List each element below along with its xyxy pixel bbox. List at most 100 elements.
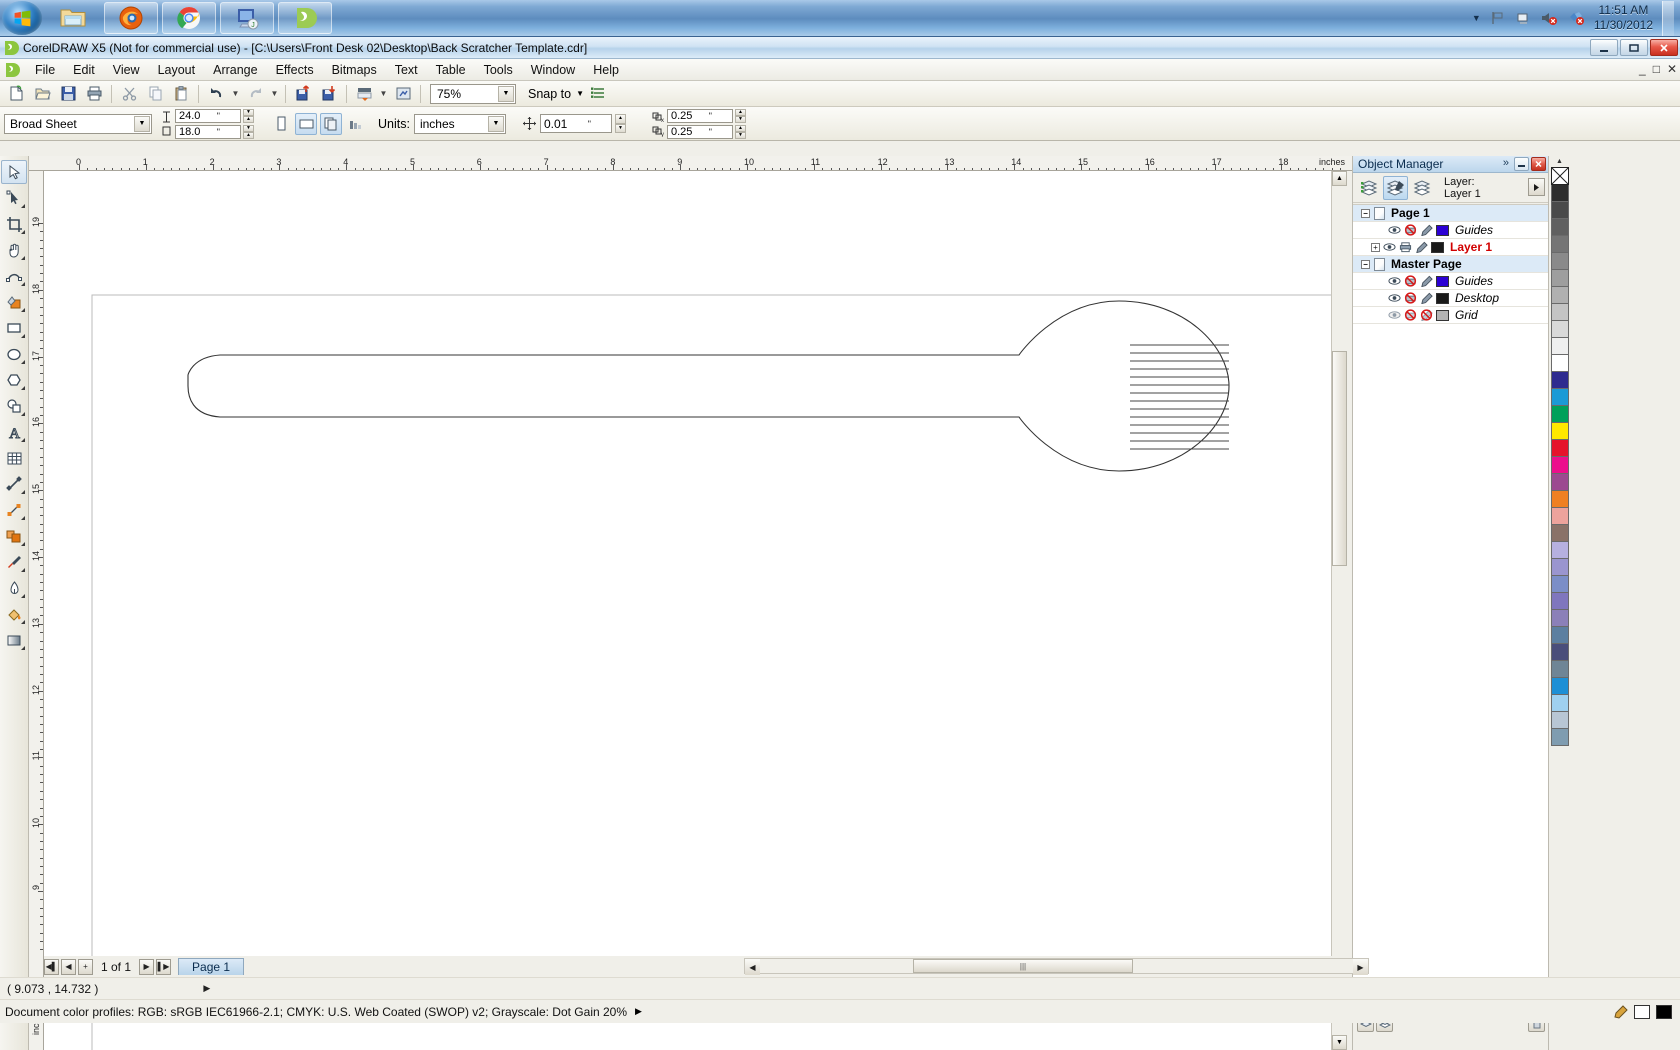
units-combo[interactable]: inches ▼ <box>413 113 506 134</box>
document-menu-icon[interactable] <box>4 62 20 78</box>
menu-effects[interactable]: Effects <box>267 60 323 80</box>
chevron-up-icon[interactable]: ▼ <box>1472 13 1481 23</box>
text-tool[interactable]: A <box>1 420 27 444</box>
tree-layer-desktop[interactable]: Desktop <box>1353 290 1549 307</box>
palette-swatch-list[interactable] <box>1550 185 1569 746</box>
scroll-left-button[interactable]: ◀ <box>745 959 760 975</box>
chevron-down-icon[interactable]: ▼ <box>576 89 584 98</box>
basic-shapes-tool[interactable] <box>1 394 27 418</box>
new-document-button[interactable] <box>4 83 28 105</box>
tree-layer-guides-master[interactable]: Guides <box>1353 273 1549 290</box>
copy-button[interactable] <box>143 83 167 105</box>
flyout-arrow-icon[interactable] <box>21 256 25 260</box>
outline-color-swatch[interactable] <box>1656 1004 1672 1019</box>
menu-help[interactable]: Help <box>584 60 628 80</box>
network-icon[interactable] <box>1515 10 1531 26</box>
docker-minimize-button[interactable] <box>1514 157 1529 171</box>
canvas-horizontal-scrollbar[interactable]: ◀ ||| ▶ <box>744 958 1369 975</box>
vertical-ruler[interactable]: 191817161514131211109inches <box>29 171 44 1050</box>
layer-color-swatch[interactable] <box>1431 241 1444 253</box>
flyout-arrow-icon[interactable] <box>21 620 25 624</box>
double-chevron-right-icon[interactable]: » <box>1503 157 1509 171</box>
scroll-down-button[interactable]: ▼ <box>1332 1035 1347 1050</box>
action-center-icon[interactable] <box>1567 10 1585 26</box>
pencil-icon[interactable] <box>1415 241 1428 253</box>
palette-color-swatch[interactable] <box>1550 219 1569 236</box>
window-close-button[interactable] <box>1650 39 1678 56</box>
flyout-arrow-icon[interactable] <box>21 542 25 546</box>
page-tab-page-1[interactable]: Page 1 <box>178 958 245 975</box>
menu-window[interactable]: Window <box>522 60 584 80</box>
palette-color-swatch[interactable] <box>1550 185 1569 202</box>
palette-color-swatch[interactable] <box>1550 678 1569 695</box>
all-pages-button[interactable] <box>320 112 342 135</box>
menu-file[interactable]: File <box>26 60 64 80</box>
horizontal-scroll-thumb[interactable]: ||| <box>913 959 1133 973</box>
flyout-arrow-icon[interactable] <box>21 386 25 390</box>
canvas-vertical-scrollbar[interactable]: ▲ ▼ <box>1331 171 1347 1050</box>
flyout-arrow-icon[interactable] <box>21 360 25 364</box>
expand-status-arrow-icon[interactable]: ▶ <box>203 983 210 994</box>
eye-icon[interactable] <box>1388 224 1401 236</box>
spinner-up-icon[interactable]: ▲ <box>243 115 254 123</box>
flyout-arrow-icon[interactable] <box>21 308 25 312</box>
document-restore-button[interactable]: □ <box>1653 62 1660 76</box>
flyout-arrow-icon[interactable] <box>21 594 25 598</box>
fill-tool[interactable] <box>1 602 27 626</box>
spinner-down-icon[interactable]: ▼ <box>243 124 254 132</box>
palette-color-swatch[interactable] <box>1550 372 1569 389</box>
open-document-button[interactable] <box>30 83 54 105</box>
menu-table[interactable]: Table <box>427 60 475 80</box>
taskbar-button-chrome[interactable] <box>162 2 216 34</box>
layer-color-swatch[interactable] <box>1436 275 1449 287</box>
page-height-spinner[interactable]: ▼ ▲ <box>243 124 254 139</box>
palette-color-swatch[interactable] <box>1550 457 1569 474</box>
palette-color-swatch[interactable] <box>1550 627 1569 644</box>
menu-view[interactable]: View <box>104 60 149 80</box>
zoom-level-combo[interactable]: 75% ▼ <box>430 83 516 104</box>
vertical-scroll-thumb[interactable] <box>1332 351 1347 566</box>
smart-fill-tool[interactable] <box>1 290 27 314</box>
scroll-up-button[interactable]: ▲ <box>1332 171 1347 186</box>
export-button[interactable] <box>317 83 341 105</box>
current-page-button[interactable] <box>345 113 367 135</box>
palette-color-swatch[interactable] <box>1550 593 1569 610</box>
polygon-tool[interactable] <box>1 368 27 392</box>
taskbar-clock[interactable]: 11:51 AM 11/30/2012 <box>1594 3 1653 33</box>
taskbar-button-remote-desktop[interactable]: J <box>220 2 274 34</box>
palette-color-swatch[interactable] <box>1550 423 1569 440</box>
palette-color-swatch[interactable] <box>1550 474 1569 491</box>
chevron-down-icon[interactable]: ▼ <box>487 115 504 132</box>
palette-color-swatch[interactable] <box>1550 406 1569 423</box>
page-width-spinner[interactable]: ▼ ▲ <box>243 108 254 123</box>
palette-color-swatch[interactable] <box>1550 338 1569 355</box>
flyout-arrow-icon[interactable] <box>21 204 25 208</box>
menu-layout[interactable]: Layout <box>149 60 205 80</box>
palette-color-swatch[interactable] <box>1550 270 1569 287</box>
duplicate-y-spinner[interactable]: ▲ ▼ <box>734 124 746 139</box>
menu-bitmaps[interactable]: Bitmaps <box>323 60 386 80</box>
outline-tool[interactable] <box>1 576 27 600</box>
app-launcher-dropdown-arrow[interactable]: ▼ <box>378 83 389 105</box>
flyout-arrow-icon[interactable] <box>21 490 25 494</box>
application-launcher-button[interactable] <box>352 83 376 105</box>
palette-color-swatch[interactable] <box>1550 491 1569 508</box>
add-page-button[interactable]: + <box>78 958 93 975</box>
palette-color-swatch[interactable] <box>1550 661 1569 678</box>
rectangle-tool[interactable] <box>1 316 27 340</box>
show-desktop-button[interactable] <box>1662 0 1674 36</box>
chevron-down-icon[interactable]: ▼ <box>134 115 150 132</box>
palette-color-swatch[interactable] <box>1550 712 1569 729</box>
pencil-icon[interactable] <box>1420 275 1433 287</box>
printer-disabled-icon[interactable] <box>1404 309 1417 321</box>
window-maximize-button[interactable] <box>1620 39 1648 56</box>
connector-tool[interactable] <box>1 498 27 522</box>
page-width-input[interactable]: 24.0 " <box>175 108 241 123</box>
fill-color-swatch[interactable] <box>1634 1004 1650 1019</box>
show-object-properties-button[interactable] <box>1356 176 1381 200</box>
palette-color-swatch[interactable] <box>1550 610 1569 627</box>
palette-scroll-up-icon[interactable]: ▲ <box>1550 156 1570 167</box>
flyout-arrow-icon[interactable] <box>21 230 25 234</box>
menu-edit[interactable]: Edit <box>64 60 104 80</box>
flyout-arrow-icon[interactable] <box>21 412 25 416</box>
